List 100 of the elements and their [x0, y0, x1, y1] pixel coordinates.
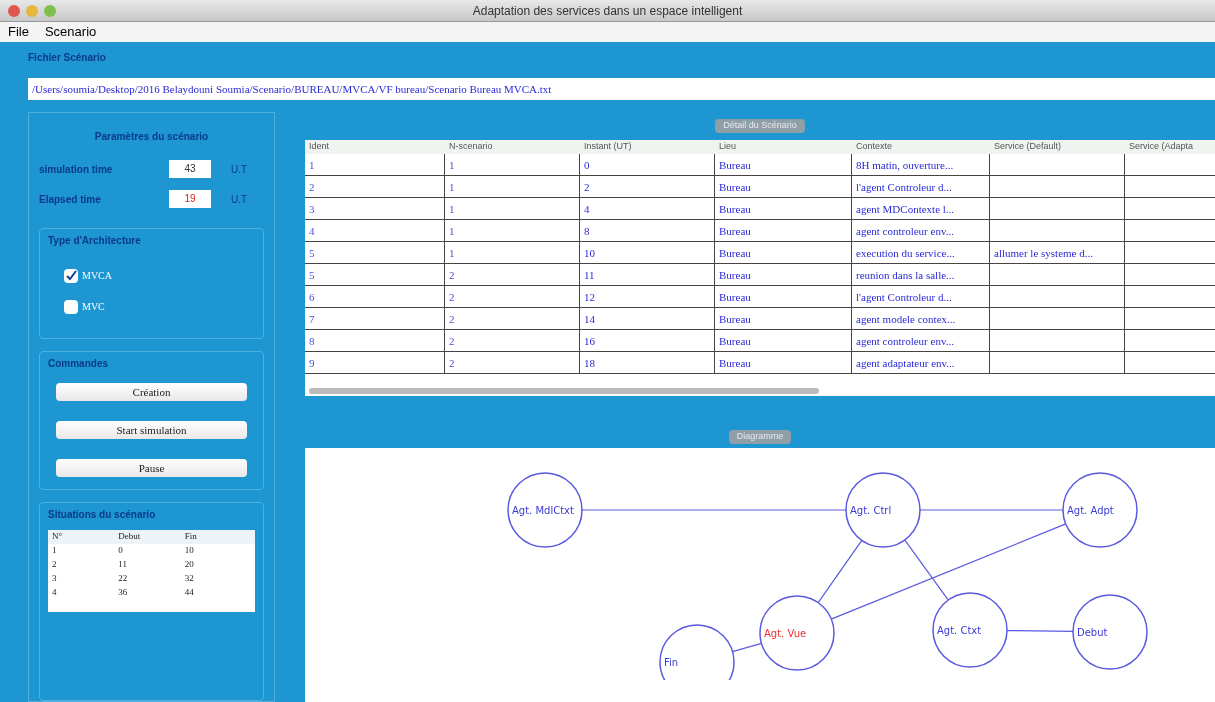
table-cell: Bureau — [715, 242, 852, 263]
table-cell: 2 — [580, 176, 715, 197]
column-header[interactable]: Service (Adapta — [1125, 140, 1215, 154]
command-button[interactable]: Création — [56, 383, 247, 401]
agent-node[interactable] — [759, 595, 835, 671]
table-cell: 5 — [305, 264, 445, 285]
node-label: Agt. MdlCtxt — [512, 505, 574, 516]
table-cell-text: 3 — [52, 572, 58, 586]
close-icon[interactable] — [8, 4, 20, 17]
table-cell: 10 — [580, 242, 715, 263]
table-cell: 2 — [445, 352, 580, 373]
table-cell-text: 36 — [118, 586, 129, 600]
table-cell: 14 — [580, 308, 715, 329]
table-cell-text: 22 — [118, 572, 129, 586]
node-label: Debut — [1077, 627, 1108, 638]
table-cell: 8 — [305, 330, 445, 351]
table-cell: agent modele contex... — [852, 308, 990, 329]
table-cell: Bureau — [715, 176, 852, 197]
column-header[interactable]: Service (Default) — [990, 140, 1125, 154]
table-cell: allumer le systeme d... — [990, 242, 1125, 263]
agent-node[interactable] — [845, 472, 921, 548]
table-cell: l'agent Controleur d... — [852, 286, 990, 307]
table-cell: 1 — [445, 242, 580, 263]
table-cell: 16 — [580, 330, 715, 351]
checkbox[interactable] — [64, 299, 78, 314]
table-cell: Bureau — [715, 264, 852, 285]
command-button[interactable]: Start simulation — [56, 421, 247, 439]
unit-label: U.T — [231, 162, 248, 177]
menu-item[interactable]: File — [8, 22, 29, 42]
table-cell: 8H matin, ouverture... — [852, 154, 990, 175]
table-cell: 4 — [580, 198, 715, 219]
table-cell-text: 11 — [118, 558, 128, 572]
agent-node[interactable] — [659, 624, 735, 680]
field-label: simulation time — [39, 162, 114, 177]
table-cell: 7 — [305, 308, 445, 329]
scrollbar[interactable] — [309, 388, 819, 394]
table-cell: 8 — [580, 220, 715, 241]
table-cell: 4 — [305, 220, 445, 241]
group-title: Commandes — [48, 357, 109, 371]
table-cell: 2 — [445, 330, 580, 351]
table-cell: 1 — [305, 154, 445, 175]
connector-line — [731, 642, 763, 653]
agent-node[interactable] — [1062, 472, 1138, 548]
table-cell: 1 — [445, 220, 580, 241]
table-cell: Bureau — [715, 154, 852, 175]
table-cell: agent MDContexte l... — [852, 198, 990, 219]
window-title: Adaptation des services dans un espace intelligent — [472, 2, 743, 20]
table-cell: 18 — [580, 352, 715, 373]
table-cell: 2 — [445, 264, 580, 285]
column-header[interactable]: N-scenario — [445, 140, 580, 154]
table-cell: Bureau — [715, 286, 852, 307]
node-label: Agt. Vue — [764, 628, 807, 639]
group-title: Type d'Architecture — [48, 234, 142, 248]
table-cell: Bureau — [715, 220, 852, 241]
table-cell: 5 — [305, 242, 445, 263]
time-field[interactable]: 19 — [169, 190, 211, 208]
table-cell: Bureau — [715, 352, 852, 373]
table-cell: 2 — [305, 176, 445, 197]
agent-node[interactable] — [1072, 594, 1148, 670]
table-cell: execution du service... — [852, 242, 990, 263]
table-cell: 1 — [445, 154, 580, 175]
column-header[interactable]: Ident — [305, 140, 445, 154]
table-cell-text: 1 — [52, 544, 58, 558]
table-cell: agent controleur env... — [852, 330, 990, 351]
table-cell: agent controleur env... — [852, 220, 990, 241]
table-cell: agent adaptateur env... — [852, 352, 990, 373]
column-header: Debut — [118, 530, 142, 544]
unit-label: U.T — [231, 192, 248, 207]
panel-title: Paramètres du scénario — [93, 130, 210, 144]
command-button[interactable]: Pause — [56, 459, 247, 477]
agent-node[interactable] — [932, 592, 1008, 668]
table-cell: Bureau — [715, 198, 852, 219]
checkbox[interactable] — [64, 268, 78, 283]
agent-node[interactable] — [507, 472, 583, 548]
table-cell: l'agent Controleur d... — [852, 176, 990, 197]
column-header[interactable]: Contexte — [852, 140, 990, 154]
table-cell-text: 2 — [52, 558, 58, 572]
node-label: Fin — [664, 657, 679, 668]
node-label: Agt. Ctxt — [937, 625, 982, 636]
table-cell-text: 10 — [184, 544, 195, 558]
table-cell-text: 4 — [52, 586, 58, 600]
node-label: Agt. Adpt — [1067, 505, 1114, 516]
column-header: N° — [52, 530, 64, 544]
group-title: Situations du scénario — [48, 508, 157, 522]
table-cell: 3 — [305, 198, 445, 219]
path-field[interactable]: /Users/soumia/Desktop/2016 Belaydouni Soumia/Scenario/BUREAU/MVCA/VF bureau/Scenario Bureau MVCA.txt — [28, 78, 1215, 100]
table-cell-text: 32 — [184, 572, 195, 586]
menu-item[interactable]: Scenario — [44, 22, 97, 42]
table-cell: Bureau — [715, 330, 852, 351]
table-cell-text: 20 — [184, 558, 195, 572]
checkbox-label: MVCA — [82, 269, 112, 283]
column-header: Fin — [184, 530, 198, 544]
table-cell: 2 — [445, 286, 580, 307]
column-header[interactable]: Lieu — [715, 140, 852, 154]
section-label: Fichier Scénario — [28, 51, 107, 65]
check-icon — [65, 269, 77, 282]
time-field[interactable]: 43 — [169, 160, 211, 178]
table-cell: 1 — [445, 198, 580, 219]
table-cell: 1 — [445, 176, 580, 197]
column-header[interactable]: Instant (UT) — [580, 140, 715, 154]
